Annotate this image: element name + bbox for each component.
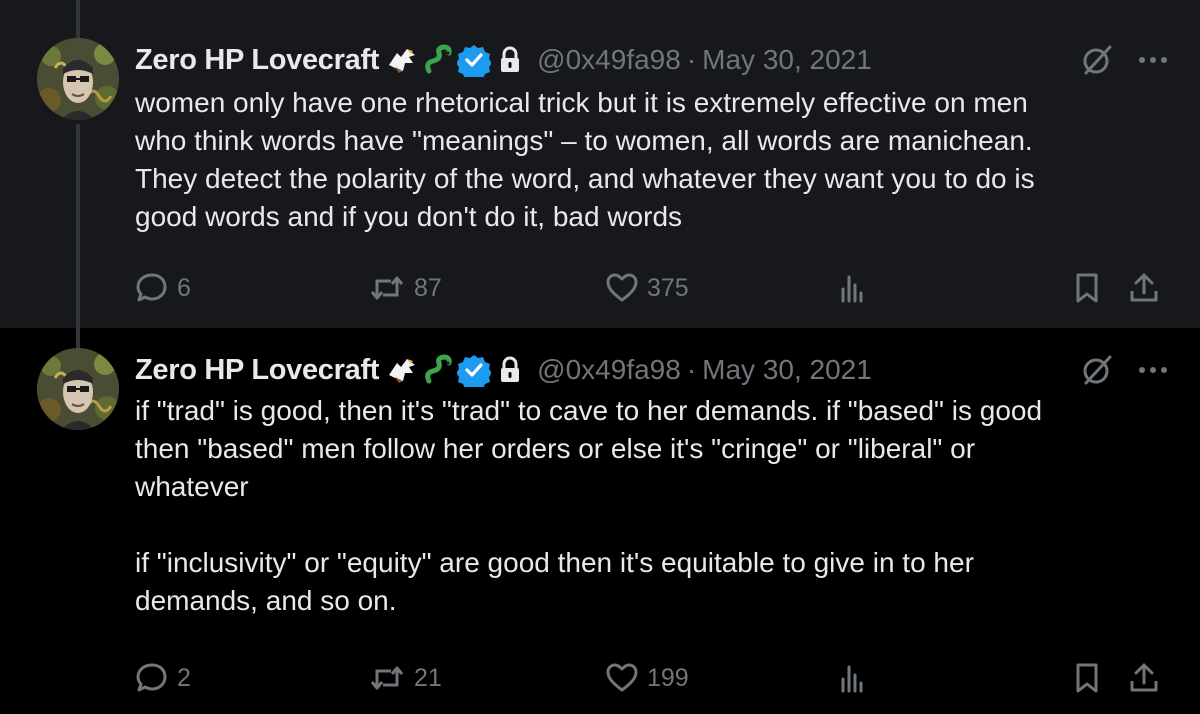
- separator: ·: [686, 354, 697, 385]
- reply-count: 6: [177, 273, 191, 302]
- avatar[interactable]: [37, 348, 119, 430]
- like-count: 199: [647, 663, 689, 692]
- tweet-date[interactable]: May 30, 2021: [702, 354, 872, 385]
- reply-button[interactable]: 6: [135, 268, 191, 308]
- thread-line: [76, 0, 80, 40]
- heart-icon: [606, 663, 638, 692]
- separator: ·: [686, 44, 697, 75]
- tweet-header: Zero HP Lovecraft @0x49fa98 · May 30, 20…: [135, 40, 872, 80]
- tweet-header: Zero HP Lovecraft @0x49fa98 · May 30, 20…: [135, 350, 872, 390]
- snake-icon: [421, 43, 455, 77]
- avatar[interactable]: [37, 38, 119, 120]
- tweet-top-icons: [1080, 350, 1170, 390]
- reply-button[interactable]: 2: [135, 658, 191, 698]
- share-icon: [1130, 663, 1158, 692]
- tweet[interactable]: Zero HP Lovecraft @0x49fa98 · May 30, 20…: [0, 328, 1200, 714]
- tweet-date[interactable]: May 30, 2021: [702, 44, 872, 75]
- eagle-icon: [385, 353, 419, 387]
- analytics-icon: [841, 275, 863, 303]
- tweet-top-icons: [1080, 40, 1170, 80]
- author-badges: [385, 43, 527, 77]
- retweet-button[interactable]: 87: [368, 268, 442, 308]
- like-button[interactable]: 375: [605, 268, 689, 308]
- author-name[interactable]: Zero HP Lovecraft: [135, 354, 379, 387]
- share-button[interactable]: [1127, 658, 1161, 698]
- thread-line: [76, 328, 80, 350]
- retweet-icon: [370, 666, 404, 690]
- views-button[interactable]: [835, 658, 869, 698]
- share-icon: [1130, 273, 1158, 302]
- thread-view: Zero HP Lovecraft @0x49fa98 · May 30, 20…: [0, 0, 1200, 714]
- verified-badge-icon[interactable]: [457, 353, 492, 387]
- bookmark-icon: [1076, 273, 1098, 303]
- more-options-icon[interactable]: [1136, 353, 1170, 387]
- retweet-icon: [370, 276, 404, 300]
- eagle-icon: [385, 43, 419, 77]
- bookmark-button[interactable]: [1070, 658, 1104, 698]
- verified-badge-icon[interactable]: [457, 43, 492, 77]
- thread-line: [76, 124, 80, 328]
- snake-icon: [421, 353, 455, 387]
- tweet[interactable]: Zero HP Lovecraft @0x49fa98 · May 30, 20…: [0, 0, 1200, 328]
- author-handle[interactable]: @0x49fa98: [537, 354, 681, 385]
- heart-icon: [606, 273, 638, 302]
- tweet-text: women only have one rhetorical trick but…: [135, 87, 1035, 232]
- retweet-button[interactable]: 21: [368, 658, 442, 698]
- retweet-count: 87: [414, 273, 442, 302]
- lock-icon: [493, 353, 527, 387]
- views-button[interactable]: [835, 268, 869, 308]
- more-options-icon[interactable]: [1136, 43, 1170, 77]
- bookmark-button[interactable]: [1070, 268, 1104, 308]
- reply-icon: [136, 663, 167, 692]
- author-badges: [385, 353, 527, 387]
- tweet-actions: 6 87 375: [135, 268, 1165, 308]
- author-handle[interactable]: @0x49fa98: [537, 44, 681, 75]
- analytics-icon: [841, 665, 863, 693]
- reply-count: 2: [177, 663, 191, 692]
- like-count: 375: [647, 273, 689, 302]
- lock-icon: [493, 43, 527, 77]
- like-button[interactable]: 199: [605, 658, 689, 698]
- reply-icon: [136, 273, 167, 302]
- retweet-count: 21: [414, 663, 442, 692]
- bookmark-icon: [1076, 663, 1098, 693]
- handle-and-date: @0x49fa98 · May 30, 2021: [537, 354, 872, 386]
- grok-icon[interactable]: [1080, 353, 1114, 387]
- tweet-actions: 2 21 199: [135, 658, 1165, 698]
- handle-and-date: @0x49fa98 · May 30, 2021: [537, 44, 872, 76]
- tweet-text: if "trad" is good, then it's "trad" to c…: [135, 395, 1043, 616]
- share-button[interactable]: [1127, 268, 1161, 308]
- author-name[interactable]: Zero HP Lovecraft: [135, 44, 379, 77]
- grok-icon[interactable]: [1080, 43, 1114, 77]
